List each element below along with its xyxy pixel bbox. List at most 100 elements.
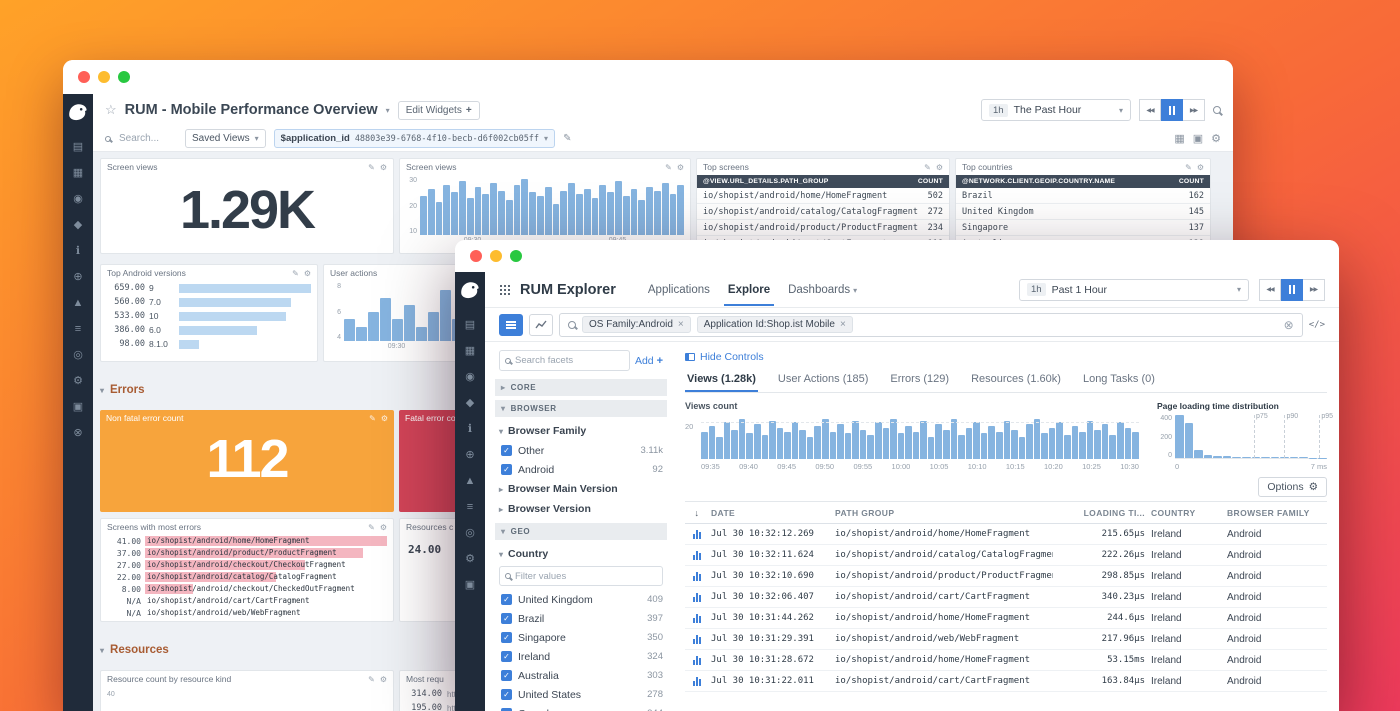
toplist-row[interactable]: 22.00 io/shopist/android/catalog/Catalog… bbox=[101, 571, 393, 583]
code-icon[interactable]: </> bbox=[1309, 320, 1325, 330]
toplist-row[interactable]: 41.00 io/shopist/android/home/HomeFragme… bbox=[101, 535, 393, 547]
list-view-button[interactable] bbox=[499, 314, 523, 336]
table-row[interactable]: io/shopist/android/home/HomeFragment 502 bbox=[697, 188, 949, 204]
timeseries-view-button[interactable] bbox=[529, 314, 553, 336]
checkbox-checked[interactable]: ✓ bbox=[501, 594, 512, 605]
checkbox-checked[interactable]: ✓ bbox=[501, 689, 512, 700]
gear-icon[interactable]: ⚙ bbox=[1211, 132, 1221, 145]
checkbox-checked[interactable]: ✓ bbox=[501, 464, 512, 475]
facet-value-row[interactable]: ✓ Ireland 324 bbox=[499, 647, 663, 666]
gear-icon[interactable]: ⚙ bbox=[381, 414, 388, 423]
close-icon[interactable]: × bbox=[678, 319, 684, 330]
screens-with-most-errors-widget[interactable]: Screens with most errors ✎⚙ 41.00 io/sho… bbox=[100, 518, 394, 622]
table-row[interactable]: Singapore 137 bbox=[956, 220, 1210, 236]
checkbox-checked[interactable]: ✓ bbox=[501, 670, 512, 681]
datadog-logo[interactable] bbox=[459, 280, 481, 305]
gear-icon[interactable]: ⚙ bbox=[380, 675, 387, 684]
event-row[interactable]: Jul 30 10:32:06.407 io/shopist/android/c… bbox=[685, 587, 1327, 608]
chevron-down-icon[interactable]: ▾ bbox=[386, 106, 390, 115]
facet-value-row[interactable]: ✓ Canada 244 bbox=[499, 704, 663, 711]
sidebar-icon[interactable]: ⊗ bbox=[73, 428, 82, 439]
tab-views[interactable]: Views (1.28k) bbox=[685, 368, 758, 392]
sidebar-icon[interactable]: ◆ bbox=[466, 398, 474, 409]
sidebar-icon[interactable]: ℹ bbox=[468, 424, 472, 435]
gear-icon[interactable]: ⚙ bbox=[380, 163, 387, 172]
time-range-picker[interactable]: 1h The Past Hour ▾ bbox=[981, 99, 1131, 121]
sidebar-icon[interactable]: ⊕ bbox=[465, 450, 474, 461]
facet-browser-family[interactable]: ▾ Browser Family bbox=[499, 421, 663, 441]
filter-chip[interactable]: Application Id:Shop.ist Mobile× bbox=[697, 316, 853, 333]
rewind-button[interactable]: ◀◀ bbox=[1139, 99, 1161, 121]
sidebar-icon[interactable]: ▦ bbox=[73, 168, 83, 179]
sidebar-icon[interactable]: ≡ bbox=[75, 324, 81, 335]
rewind-button[interactable]: ◀◀ bbox=[1259, 279, 1281, 301]
hide-controls-button[interactable]: Hide Controls bbox=[685, 348, 1327, 366]
toplist-row[interactable]: 386.00 6.0 bbox=[101, 323, 317, 337]
edit-icon[interactable]: ✎ bbox=[292, 269, 299, 278]
event-row[interactable]: Jul 30 10:31:28.672 io/shopist/android/h… bbox=[685, 650, 1327, 671]
options-button[interactable]: Options ⚙ bbox=[1258, 477, 1327, 497]
sidebar-icon[interactable]: ◎ bbox=[465, 528, 475, 539]
zoom-button[interactable] bbox=[118, 71, 130, 83]
resource-count-by-kind-widget[interactable]: Resource count by resource kind ✎⚙ 40 bbox=[100, 670, 394, 711]
section-errors[interactable]: ▾ Errors bbox=[100, 384, 145, 396]
sidebar-icon[interactable]: ▣ bbox=[73, 402, 83, 413]
toplist-row[interactable]: N/A io/shopist/android/web/WebFragment bbox=[101, 607, 393, 619]
sidebar-icon[interactable]: ▲ bbox=[73, 298, 84, 309]
sidebar-icon[interactable]: ⚙ bbox=[465, 554, 475, 565]
pause-button[interactable] bbox=[1281, 279, 1303, 301]
clear-query-icon[interactable]: ⊗ bbox=[1284, 318, 1294, 332]
filter-values-input[interactable] bbox=[515, 571, 585, 582]
toplist-row[interactable]: 37.00 io/shopist/android/product/Product… bbox=[101, 547, 393, 559]
edit-icon[interactable]: ✎ bbox=[665, 163, 672, 172]
close-button[interactable] bbox=[470, 250, 482, 262]
facet-search-box[interactable] bbox=[499, 350, 630, 371]
gear-icon[interactable]: ⚙ bbox=[380, 523, 387, 532]
query-search-box[interactable]: OS Family:Android× Application Id:Shop.i… bbox=[559, 313, 1303, 337]
close-button[interactable] bbox=[78, 71, 90, 83]
grid-icon[interactable]: ▦ bbox=[1174, 132, 1184, 145]
edit-widgets-button[interactable]: Edit Widgets+ bbox=[398, 101, 480, 120]
sidebar-icon[interactable]: ⊕ bbox=[73, 272, 82, 283]
event-row[interactable]: Jul 30 10:31:29.391 io/shopist/android/w… bbox=[685, 629, 1327, 650]
checkbox-checked[interactable]: ✓ bbox=[501, 651, 512, 662]
filter-chip[interactable]: OS Family:Android× bbox=[582, 316, 691, 333]
apps-grid-icon[interactable] bbox=[499, 284, 510, 295]
facet-value-row[interactable]: ✓ Brazil 397 bbox=[499, 609, 663, 628]
toplist-row[interactable]: 659.00 9 bbox=[101, 281, 317, 295]
toplist-row[interactable]: 98.00 8.1.0 bbox=[101, 337, 317, 351]
gear-icon[interactable]: ⚙ bbox=[936, 163, 943, 172]
sort-desc-icon[interactable]: ↓ bbox=[689, 508, 705, 518]
facet-country[interactable]: ▾ Country bbox=[499, 544, 663, 564]
event-row[interactable]: Jul 30 10:32:10.690 io/shopist/android/p… bbox=[685, 566, 1327, 587]
event-row[interactable]: Jul 30 10:31:44.262 io/shopist/android/h… bbox=[685, 608, 1327, 629]
event-row[interactable]: Jul 30 10:32:12.269 io/shopist/android/h… bbox=[685, 524, 1327, 545]
edit-icon[interactable]: ✎ bbox=[924, 163, 931, 172]
tab-long-tasks[interactable]: Long Tasks (0) bbox=[1081, 368, 1157, 392]
edit-icon[interactable]: ✎ bbox=[368, 523, 375, 532]
tab-resources[interactable]: Resources (1.60k) bbox=[969, 368, 1063, 392]
gear-icon[interactable]: ⚙ bbox=[677, 163, 684, 172]
sidebar-icon[interactable]: ◎ bbox=[73, 350, 83, 361]
facet-value-row[interactable]: ✓ Singapore 350 bbox=[499, 628, 663, 647]
forward-button[interactable]: ▶▶ bbox=[1303, 279, 1325, 301]
zoom-button[interactable] bbox=[510, 250, 522, 262]
facet-value-row[interactable]: ✓ Android 92 bbox=[499, 460, 663, 479]
checkbox-checked[interactable]: ✓ bbox=[501, 445, 512, 456]
facet-group-core[interactable]: ▸ CORE bbox=[495, 379, 667, 396]
table-row[interactable]: United Kingdom 145 bbox=[956, 204, 1210, 220]
minimize-button[interactable] bbox=[490, 250, 502, 262]
facet-browser-main-version[interactable]: ▸ Browser Main Version bbox=[499, 479, 663, 499]
sidebar-icon[interactable]: ▦ bbox=[465, 346, 475, 357]
checkbox-checked[interactable]: ✓ bbox=[501, 613, 512, 624]
filter-values-box[interactable] bbox=[499, 566, 663, 586]
nav-dashboards[interactable]: Dashboards▾ bbox=[784, 274, 861, 306]
screen-views-number-widget[interactable]: Screen views ✎⚙ 1.29K bbox=[100, 158, 394, 254]
event-row[interactable]: Jul 30 10:31:22.011 io/shopist/android/c… bbox=[685, 671, 1327, 692]
toplist-row[interactable]: 27.00 io/shopist/android/checkout/Checko… bbox=[101, 559, 393, 571]
facet-group-browser[interactable]: ▾ BROWSER bbox=[495, 400, 667, 417]
column-date[interactable]: DATE bbox=[711, 508, 829, 518]
table-row[interactable]: Brazil 162 bbox=[956, 188, 1210, 204]
tab-errors[interactable]: Errors (129) bbox=[888, 368, 951, 392]
edit-icon[interactable]: ✎ bbox=[1185, 163, 1192, 172]
